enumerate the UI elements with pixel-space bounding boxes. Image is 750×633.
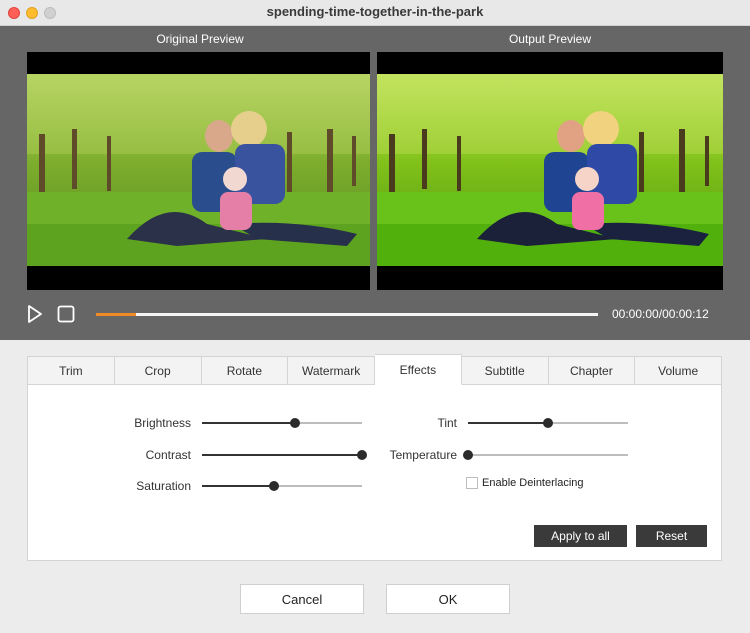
temperature-label: Temperature [389,448,457,462]
title-bar: spending-time-together-in-the-park [0,0,750,26]
cancel-button[interactable]: Cancel [240,584,364,614]
slider-track [468,454,628,456]
playback-progress-bar[interactable] [96,313,598,316]
original-preview-label: Original Preview [156,32,244,46]
temperature-slider[interactable] [463,448,628,462]
tint-label: Tint [437,416,457,430]
playback-controls: 00:00:00/00:00:12 [0,304,750,326]
deinterlace-option[interactable]: Enable Deinterlacing [466,476,584,490]
current-time: 00:00:00 [612,307,659,321]
tab-trim[interactable]: Trim [27,356,115,385]
slider-knob[interactable] [289,418,300,428]
tab-effects[interactable]: Effects [375,354,462,385]
contrast-label: Contrast [145,448,191,462]
saturation-label: Saturation [136,479,191,493]
tab-crop[interactable]: Crop [114,356,202,385]
ok-button[interactable]: OK [386,584,510,614]
apply-to-all-button[interactable]: Apply to all [534,525,627,547]
window-title: spending-time-together-in-the-park [266,4,484,19]
output-preview-image [377,74,723,266]
tab-subtitle[interactable]: Subtitle [461,356,549,385]
slider-knob[interactable] [463,450,473,460]
saturation-slider[interactable] [202,479,362,493]
tab-volume[interactable]: Volume [635,356,722,385]
total-time: 00:00:12 [662,307,709,321]
tab-watermark[interactable]: Watermark [288,356,375,385]
video-editor-window: spending-time-together-in-the-park Origi… [0,0,750,633]
slider-fill [202,485,274,487]
reset-button[interactable]: Reset [636,525,707,547]
deinterlace-checkbox[interactable] [466,477,478,489]
original-preview-frame [27,52,370,290]
tab-rotate[interactable]: Rotate [201,356,289,385]
slider-fill [202,422,295,424]
playback-progress-fill [96,313,137,316]
output-preview-label: Output Preview [508,32,592,46]
slider-knob[interactable] [543,418,553,428]
slider-knob[interactable] [269,481,279,491]
editor-tabs: Trim Crop Rotate Watermark Effects Subti… [27,354,722,387]
stop-icon[interactable] [57,305,75,323]
brightness-label: Brightness [134,416,191,430]
slider-fill [468,422,548,424]
preview-area: Original Preview Output Preview 00:00:00… [0,26,750,340]
tint-slider[interactable] [468,416,628,430]
timecode: 00:00:00/00:00:12 [612,307,709,321]
deinterlace-label: Enable Deinterlacing [482,477,584,489]
tab-chapter[interactable]: Chapter [548,356,636,385]
output-preview-frame [377,52,723,290]
play-icon[interactable] [26,304,44,324]
original-preview-image [27,74,370,266]
